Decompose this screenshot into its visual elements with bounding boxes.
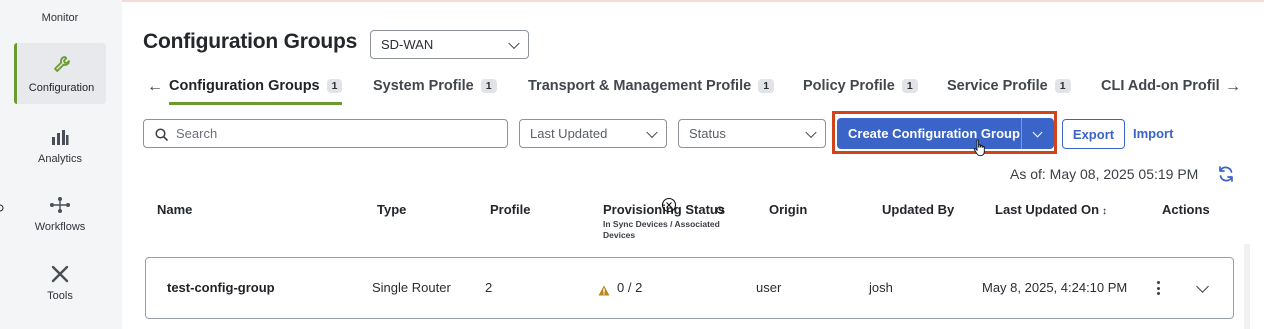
row-provisioning-status: 0 / 2	[617, 280, 643, 295]
sidebar-item-label: Configuration	[28, 82, 95, 94]
column-header-type[interactable]: Type	[377, 202, 406, 217]
column-header-name[interactable]: Name	[157, 202, 192, 217]
export-button[interactable]: Export	[1062, 119, 1125, 149]
cursor-marker-icon	[716, 201, 724, 219]
sidebar-item-label: Workflows	[34, 221, 86, 233]
sidebar-item-label: Monitor	[41, 12, 79, 24]
column-header-updated-by[interactable]: Updated By	[882, 202, 954, 217]
scroll-left-arrow-icon[interactable]: ←	[147, 78, 163, 96]
workflow-icon	[48, 193, 72, 216]
sidebar-item-monitor[interactable]: Monitor	[14, 0, 106, 24]
row-updated-by: josh	[869, 280, 893, 295]
tab-label: CLI Add-on Profil	[1101, 78, 1220, 94]
sidebar-item-tools[interactable]: Tools	[14, 262, 106, 302]
row-name[interactable]: test-config-group	[167, 280, 275, 295]
chevron-down-icon	[508, 37, 520, 49]
column-header-profile[interactable]: Profile	[490, 202, 530, 217]
tab-label: System Profile	[373, 78, 474, 94]
create-configuration-group-button[interactable]: Create Configuration Group	[837, 118, 1054, 149]
tab-service-profile[interactable]: Service Profile 1	[947, 70, 1071, 102]
tab-label: Service Profile	[947, 78, 1048, 94]
column-header-label: Last Updated On	[995, 202, 1100, 217]
scrollbar[interactable]	[1244, 244, 1250, 329]
more-actions-icon[interactable]	[1156, 281, 1160, 295]
import-link[interactable]: Import	[1133, 126, 1173, 141]
tab-count-badge: 1	[480, 79, 497, 93]
tab-cli-add-on-profile[interactable]: CLI Add-on Profil	[1101, 70, 1220, 102]
solution-select-value: SD-WAN	[381, 37, 434, 52]
close-circle-icon	[661, 197, 677, 218]
warning-icon	[598, 283, 610, 301]
tab-label: Transport & Management Profile	[528, 78, 752, 94]
tab-configuration-groups[interactable]: Configuration Groups 1	[169, 70, 343, 105]
sort-select[interactable]: Last Updated	[519, 119, 667, 148]
sidebar-item-workflows[interactable]: Workflows	[14, 193, 106, 233]
tab-policy-profile[interactable]: Policy Profile 1	[803, 70, 918, 102]
page-title: Configuration Groups	[143, 30, 358, 53]
column-subheader-provisioning: In Sync Devices / Associated Devices	[603, 219, 720, 240]
wrench-icon	[50, 53, 74, 77]
sidebar-item-label: Analytics	[37, 153, 83, 165]
hand-cursor-icon	[973, 139, 987, 162]
chevron-down-icon	[646, 126, 658, 138]
tab-count-badge: 1	[901, 79, 918, 93]
sort-descending-icon: ↕	[1102, 206, 1108, 217]
sidebar-item-configuration[interactable]: Configuration	[14, 43, 106, 104]
tab-count-badge: 1	[326, 79, 343, 93]
column-header-origin[interactable]: Origin	[769, 202, 807, 217]
column-header-last-updated-on[interactable]: Last Updated On ↕	[995, 202, 1107, 217]
tab-label: Policy Profile	[803, 78, 895, 94]
row-last-updated-on: May 8, 2025, 4:24:10 PM	[982, 280, 1128, 295]
column-header-actions: Actions	[1162, 202, 1210, 217]
row-origin: user	[756, 280, 782, 295]
last-refreshed-timestamp: As of: May 08, 2025 05:19 PM	[1010, 166, 1199, 182]
sidebar-item-label: Tools	[47, 290, 73, 302]
row-type: Single Router	[372, 280, 451, 295]
bar-chart-icon	[48, 125, 72, 148]
search-placeholder: Search	[176, 126, 218, 141]
status-select-value: Status	[689, 126, 726, 141]
scroll-right-arrow-icon[interactable]: →	[1225, 78, 1241, 96]
solution-select[interactable]: SD-WAN	[370, 30, 529, 59]
sort-select-value: Last Updated	[530, 126, 608, 141]
sidebar: Monitor Configuration Analytics Workflow…	[0, 0, 122, 329]
profile-tabs: ← Configuration Groups 1 System Profile …	[143, 70, 1243, 105]
cursor-marker-icon	[0, 200, 5, 218]
tab-count-badge: 1	[758, 79, 775, 93]
tab-transport-management-profile[interactable]: Transport & Management Profile 1	[528, 70, 775, 102]
refresh-icon[interactable]	[1217, 165, 1235, 188]
top-accent-line	[122, 0, 1264, 2]
chevron-down-icon	[805, 126, 817, 138]
search-input[interactable]: Search	[143, 119, 508, 148]
row-profile-count: 2	[485, 280, 493, 295]
sidebar-item-analytics[interactable]: Analytics	[14, 125, 106, 165]
tools-icon	[48, 262, 72, 285]
tab-system-profile[interactable]: System Profile 1	[373, 70, 497, 102]
status-select[interactable]: Status	[678, 119, 826, 148]
chevron-down-icon[interactable]	[1032, 127, 1043, 138]
tab-label: Configuration Groups	[169, 78, 320, 94]
tab-count-badge: 1	[1054, 79, 1071, 93]
create-button-label: Create Configuration Group	[848, 126, 1020, 141]
search-icon	[155, 128, 168, 144]
split-divider	[1021, 118, 1022, 149]
